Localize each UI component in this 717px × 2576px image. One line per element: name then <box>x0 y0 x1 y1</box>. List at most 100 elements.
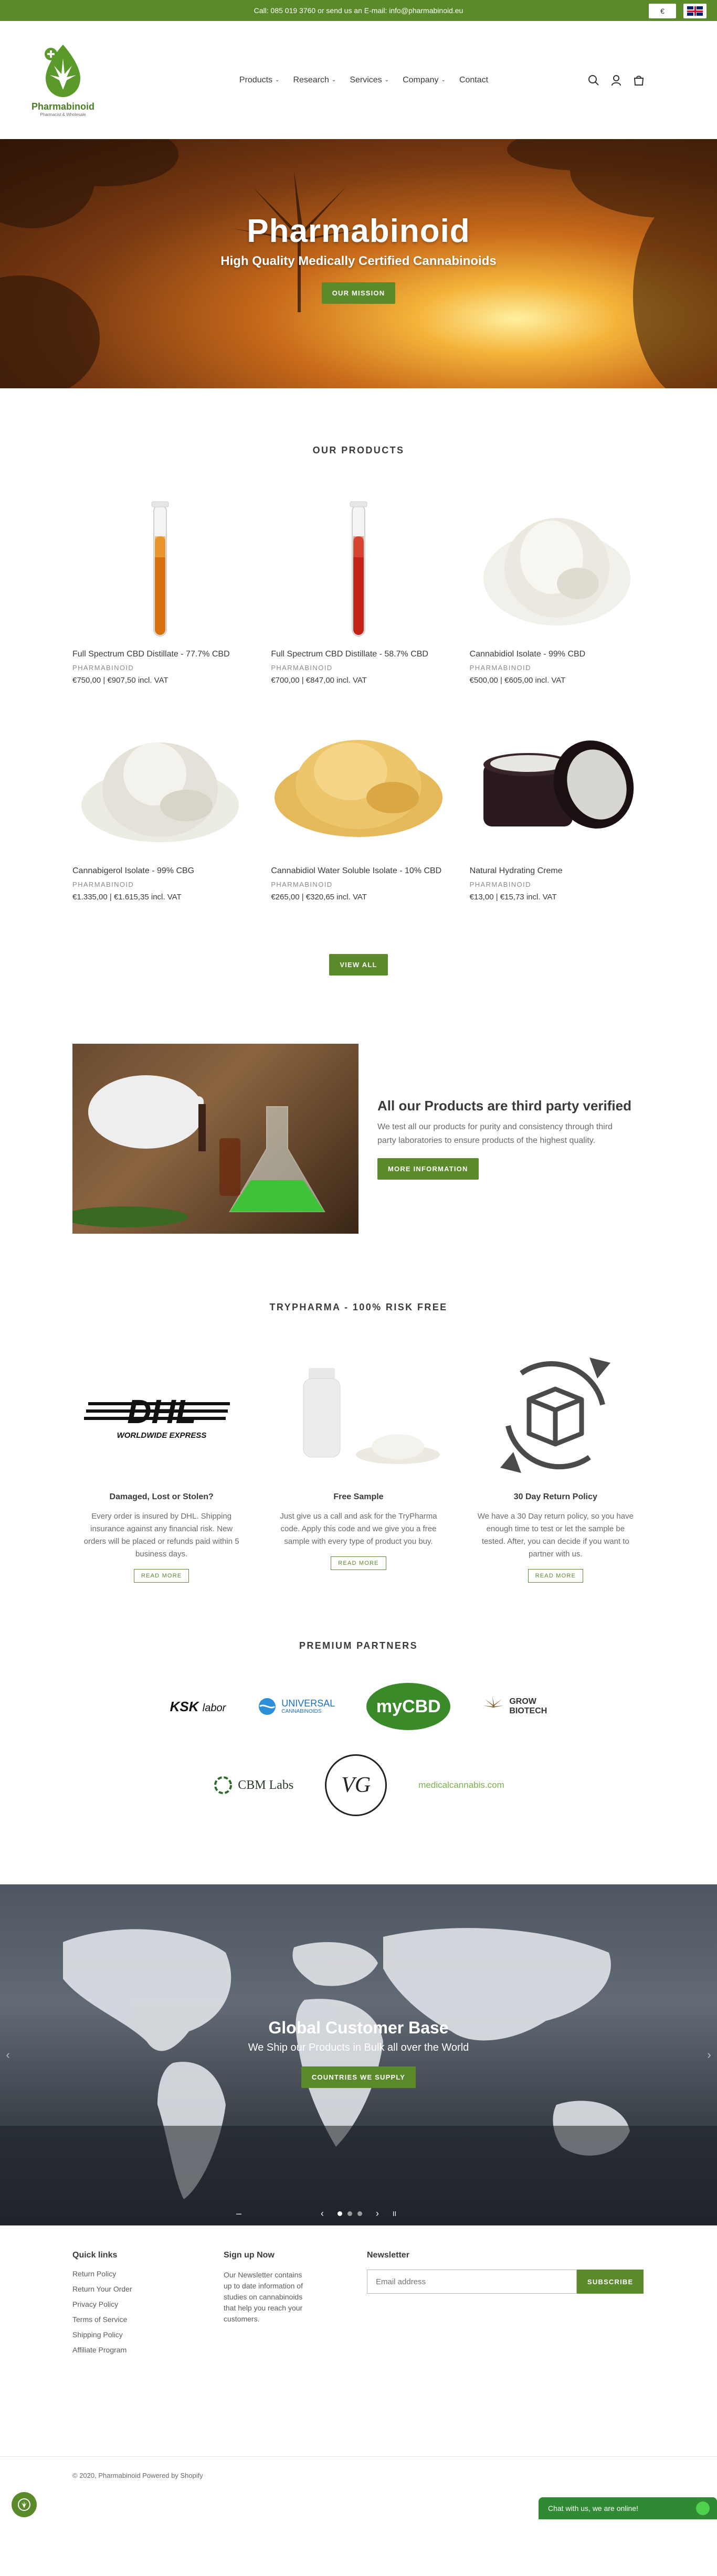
chevron-down-icon: ⌄ <box>441 77 446 83</box>
partner-vg-logo[interactable]: VG <box>325 1754 387 1816</box>
product-title[interactable]: Cannabidiol Isolate - 99% CBD <box>470 648 645 661</box>
slider-dot[interactable] <box>337 2211 342 2216</box>
logo[interactable]: Pharmabinoid Pharmacist & Wholesale <box>26 43 100 118</box>
product-card[interactable]: Full Spectrum CBD Distillate - 77.7% CBD… <box>72 492 247 685</box>
footer-link-return-order[interactable]: Return Your Order <box>72 2285 224 2293</box>
partner-name: UNIVERSAL <box>281 1698 335 1709</box>
arrow-left-icon[interactable]: ‹ <box>321 2208 324 2219</box>
more-information-button[interactable]: More information <box>377 1158 479 1180</box>
nav-label: Company <box>403 75 439 84</box>
nav-contact[interactable]: Contact <box>459 76 488 85</box>
product-image[interactable] <box>271 492 446 644</box>
risk-text: Every order is insured by DHL. Shipping … <box>83 1512 239 1559</box>
product-price: €265,00 | €320,65 incl. VAT <box>271 893 367 902</box>
dhl-subtext: WORLDWIDE EXPRESS <box>117 1431 206 1440</box>
footer-link-terms[interactable]: Terms of Service <box>72 2315 224 2324</box>
footer-quick-links: Quick links Return Policy Return Your Or… <box>72 2251 224 2456</box>
countries-we-supply-button[interactable]: Countries we supply <box>301 2066 416 2088</box>
partner-universal-logo[interactable]: UNIVERSAL CANNABINOIDS <box>257 1697 335 1716</box>
risk-item-insurance: DHL WORLDWIDE EXPRESS Damaged, Lost or S… <box>72 1344 250 1583</box>
footer-heading: Quick links <box>72 2251 118 2260</box>
hero-subtitle: High Quality Medically Certified Cannabi… <box>220 254 497 268</box>
arrow-right-icon[interactable]: › <box>376 2208 379 2219</box>
product-title[interactable]: Full Spectrum CBD Distillate - 58.7% CBD <box>271 648 446 661</box>
product-vendor: PHARMABINOID <box>72 664 134 672</box>
subscribe-button[interactable]: Subscribe <box>577 2270 644 2294</box>
chevron-down-icon: ⌄ <box>384 77 389 83</box>
product-title[interactable]: Cannabigerol Isolate - 99% CBG <box>72 865 247 877</box>
dhl-logo: DHL WORLDWIDE EXPRESS <box>72 1344 250 1486</box>
pause-button-icon[interactable]: II <box>393 2210 396 2218</box>
risk-item-return: 30 Day Return Policy We have a 30 Day re… <box>467 1344 645 1583</box>
currency-selector[interactable]: € <box>649 4 676 18</box>
announcement-text: Call: 085 019 3760 or send us an E-mail:… <box>254 6 463 15</box>
dhl-logo-icon: DHL WORLDWIDE EXPRESS <box>83 1393 230 1440</box>
nav-research[interactable]: Research ⌄ <box>293 76 336 85</box>
footer-newsletter: Newsletter Subscribe <box>367 2251 644 2456</box>
live-chat-widget[interactable]: Chat with us, we are online! <box>539 2497 717 2519</box>
global-title: Global Customer Base <box>268 2018 449 2037</box>
slider-dot[interactable] <box>357 2211 362 2216</box>
site-header: Pharmabinoid Pharmacist & Wholesale Prod… <box>0 21 717 139</box>
product-card[interactable]: Cannabidiol Isolate - 99% CBD PHARMABINO… <box>470 492 645 685</box>
chevron-down-icon: ⌄ <box>275 77 280 83</box>
view-all-button[interactable]: View all <box>329 954 388 976</box>
search-icon[interactable] <box>588 75 599 86</box>
return-box-icon <box>500 1358 611 1473</box>
product-card[interactable]: Cannabigerol Isolate - 99% CBG PHARMABIN… <box>72 708 247 902</box>
announcement-bar: Call: 085 019 3760 or send us an E-mail:… <box>0 0 717 21</box>
nav-company[interactable]: Company ⌄ <box>403 76 446 85</box>
nav-label: Contact <box>459 75 489 84</box>
partner-extra: CANNABINOIDS <box>281 1709 322 1715</box>
user-icon[interactable] <box>611 75 621 86</box>
floating-badge-button[interactable] <box>12 2492 37 2517</box>
product-title[interactable]: Natural Hydrating Creme <box>470 865 645 877</box>
partner-ksk-logo[interactable]: KSK labor <box>170 1699 226 1715</box>
partner-mycbd-logo[interactable]: myCBD <box>366 1683 451 1730</box>
header-icons <box>588 75 645 86</box>
product-vendor: PHARMABINOID <box>469 881 531 888</box>
product-image[interactable] <box>72 708 247 861</box>
third-party-text: We test all our products for purity and … <box>377 1122 613 1145</box>
product-title[interactable]: Full Spectrum CBD Distillate - 77.7% CBD <box>72 648 247 661</box>
nav-products[interactable]: Products ⌄ <box>239 76 280 85</box>
risk-text: Just give us a call and ask for the TryP… <box>280 1512 437 1546</box>
product-vendor: PHARMABINOID <box>271 664 333 672</box>
cart-icon[interactable] <box>633 75 645 86</box>
slider-dot[interactable] <box>347 2211 352 2216</box>
footer-link-privacy[interactable]: Privacy Policy <box>72 2300 224 2308</box>
section-title: OUR PRODUCTS <box>312 445 405 455</box>
product-card[interactable]: Natural Hydrating Creme PHARMABINOID €13… <box>470 708 645 902</box>
third-party-section: All our Products are third party verifie… <box>72 1044 645 1234</box>
partner-grow-biotech-logo[interactable]: GROW BIOTECH <box>482 1695 547 1718</box>
read-more-button[interactable]: Read more <box>331 1556 386 1570</box>
sample-image <box>269 1344 447 1486</box>
product-image[interactable] <box>72 492 247 644</box>
product-price: €500,00 | €605,00 incl. VAT <box>469 676 566 685</box>
footer-link-affiliate[interactable]: Affiliate Program <box>72 2346 224 2354</box>
pause-icon[interactable]: – <box>236 2208 241 2219</box>
product-image[interactable] <box>271 708 446 861</box>
read-more-button[interactable]: Read more <box>133 1569 189 1583</box>
language-selector[interactable] <box>683 4 707 18</box>
risk-title: Free Sample <box>333 1492 384 1501</box>
partner-cbm-labs-logo[interactable]: CBM Labs <box>213 1775 293 1796</box>
product-card[interactable]: Cannabidiol Water Soluble Isolate - 10% … <box>271 708 446 902</box>
products-section: OUR PRODUCTS Full Spectrum CBD Distillat… <box>0 388 717 976</box>
nav-services[interactable]: Services ⌄ <box>350 76 389 85</box>
footer-link-shipping[interactable]: Shipping Policy <box>72 2330 224 2339</box>
global-subtitle: We Ship our Products in Bulk all over th… <box>248 2042 469 2053</box>
footer-link-return-policy[interactable]: Return Policy <box>72 2270 224 2278</box>
product-image[interactable] <box>470 708 645 861</box>
our-mission-button[interactable]: Our Mission <box>321 282 396 304</box>
hero-title: Pharmabinoid <box>247 213 470 249</box>
section-title: PREMIUM PARTNERS <box>299 1640 418 1651</box>
partner-medicalcannabis-logo[interactable]: medicalcannabis.com <box>418 1780 504 1790</box>
read-more-button[interactable]: Read more <box>528 1569 584 1583</box>
product-title[interactable]: Cannabidiol Water Soluble Isolate - 10% … <box>271 865 446 877</box>
logo-subtitle: Pharmacist & Wholesale <box>40 112 86 118</box>
product-card[interactable]: Full Spectrum CBD Distillate - 58.7% CBD… <box>271 492 446 685</box>
third-party-copy: All our Products are third party verifie… <box>377 1098 631 1180</box>
product-image[interactable] <box>470 492 645 644</box>
newsletter-email-input[interactable] <box>367 2270 577 2294</box>
